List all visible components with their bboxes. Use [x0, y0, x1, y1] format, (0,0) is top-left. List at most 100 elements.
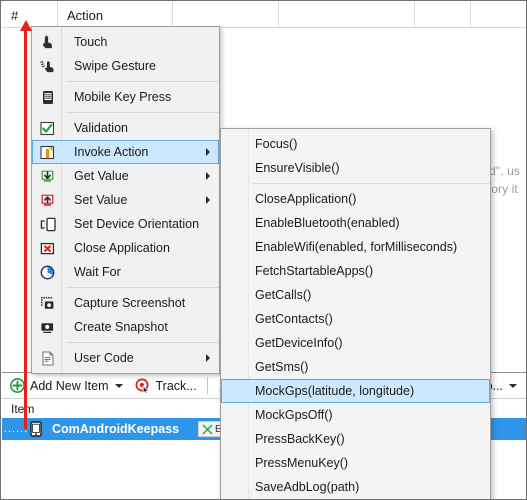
menu-item-close-application[interactable]: Close Application	[32, 236, 219, 260]
submenu-item-get-device-info-label: GetDeviceInfo()	[255, 336, 343, 350]
menu-item-touch-label: Touch	[74, 35, 108, 49]
submenu-item-press-menu-key-label: PressMenuKey()	[255, 456, 349, 470]
context-menu-inner: Touch Swipe Gesture Mobile Key Press Val…	[32, 27, 219, 373]
submenu-item-fetch-startable-apps-label: FetchStartableApps()	[255, 264, 374, 278]
swipe-gesture-icon	[33, 54, 62, 78]
menu-item-touch[interactable]: Touch	[32, 30, 219, 54]
right-panel-selected-strip	[493, 418, 526, 440]
phone-icon	[30, 421, 42, 437]
application-window: # Action rd", us itory it Add New Item T…	[0, 0, 527, 500]
menu-item-get-value-label: Get Value	[74, 169, 129, 183]
wait-for-icon	[33, 260, 62, 284]
chevron-down-icon-repository[interactable]	[509, 383, 517, 388]
menu-item-swipe-gesture-label: Swipe Gesture	[74, 59, 156, 73]
invoke-action-submenu: Focus() EnsureVisible() CloseApplication…	[220, 128, 491, 499]
grid-column-6[interactable]	[471, 2, 526, 28]
submenu-item-fetch-startable-apps[interactable]: FetchStartableApps()	[221, 259, 490, 283]
submenu-item-mock-gps-label: MockGps(latitude, longitude)	[255, 384, 415, 398]
grid-column-header: # Action	[2, 2, 526, 28]
menu-separator-2	[66, 112, 219, 113]
submenu-item-get-calls-label: GetCalls()	[255, 288, 312, 302]
submenu-item-enable-wifi-label: EnableWifi(enabled, forMilliseconds)	[255, 240, 458, 254]
merge-icon	[202, 424, 213, 435]
menu-item-capture-screenshot-label: Capture Screenshot	[74, 296, 186, 310]
submenu-item-press-back-key[interactable]: PressBackKey()	[221, 427, 490, 451]
menu-item-invoke-action[interactable]: Invoke Action	[32, 140, 219, 164]
menu-item-close-application-label: Close Application	[74, 241, 170, 255]
get-value-icon	[33, 164, 62, 188]
grid-column-index-label: #	[11, 7, 19, 23]
submenu-item-get-contacts-label: GetContacts()	[255, 312, 333, 326]
chevron-right-icon-get-value	[206, 172, 210, 180]
submenu-item-ensure-visible[interactable]: EnsureVisible()	[221, 156, 490, 180]
submenu-item-get-sms-label: GetSms()	[255, 360, 309, 374]
mobile-key-icon	[33, 85, 62, 109]
item-row-label: ComAndroidKeepass	[52, 422, 180, 436]
grid-column-action[interactable]: Action	[58, 2, 173, 28]
toolbar-separator	[206, 377, 208, 394]
menu-item-wait-for[interactable]: Wait For	[32, 260, 219, 284]
menu-separator-1	[66, 81, 219, 82]
submenu-item-get-contacts[interactable]: GetContacts()	[221, 307, 490, 331]
track-button[interactable]: Track...	[131, 374, 201, 398]
submenu-item-close-application-label: CloseApplication()	[255, 192, 357, 206]
touch-icon	[33, 30, 62, 54]
item-column-label: Item	[11, 401, 35, 416]
menu-item-validation-label: Validation	[74, 121, 128, 135]
grid-column-5[interactable]	[415, 2, 471, 28]
chevron-right-icon-invoke-action	[206, 148, 210, 156]
submenu-item-focus-label: Focus()	[255, 137, 298, 151]
submenu-item-close-application[interactable]: CloseApplication()	[221, 187, 490, 211]
menu-item-set-device-orientation[interactable]: Set Device Orientation	[32, 212, 219, 236]
menu-item-invoke-action-label: Invoke Action	[74, 145, 149, 159]
grid-column-3[interactable]	[173, 2, 279, 28]
close-application-icon	[33, 236, 62, 260]
submenu-item-enable-wifi[interactable]: EnableWifi(enabled, forMilliseconds)	[221, 235, 490, 259]
submenu-item-ensure-visible-label: EnsureVisible()	[255, 161, 340, 175]
grid-column-4[interactable]	[279, 2, 415, 28]
submenu-items: Focus() EnsureVisible() CloseApplication…	[221, 129, 490, 499]
menu-separator-4	[66, 342, 219, 343]
submenu-separator-1	[253, 183, 490, 184]
validation-check-icon	[33, 116, 62, 140]
capture-screenshot-icon	[33, 291, 62, 315]
annotation-arrow-head	[20, 20, 32, 31]
submenu-item-mock-gps-off-label: MockGpsOff()	[255, 408, 333, 422]
menu-item-create-snapshot[interactable]: Create Snapshot	[32, 315, 219, 339]
device-orientation-icon	[33, 212, 62, 236]
submenu-item-mock-gps-off[interactable]: MockGpsOff()	[221, 403, 490, 427]
track-label: Track...	[155, 378, 197, 393]
chevron-down-icon[interactable]	[114, 383, 123, 388]
menu-item-swipe-gesture[interactable]: Swipe Gesture	[32, 54, 219, 78]
submenu-item-mock-gps[interactable]: MockGps(latitude, longitude)	[221, 379, 490, 403]
action-context-menu: Touch Swipe Gesture Mobile Key Press Val…	[31, 26, 220, 374]
menu-item-capture-screenshot[interactable]: Capture Screenshot	[32, 291, 219, 315]
submenu-item-get-device-info[interactable]: GetDeviceInfo()	[221, 331, 490, 355]
submenu-item-enable-bluetooth[interactable]: EnableBluetooth(enabled)	[221, 211, 490, 235]
menu-item-mobile-key-press[interactable]: Mobile Key Press	[32, 85, 219, 109]
submenu-item-press-back-key-label: PressBackKey()	[255, 432, 345, 446]
chevron-right-icon-set-value	[206, 196, 210, 204]
menu-item-set-value-label: Set Value	[74, 193, 128, 207]
menu-item-mobile-key-press-label: Mobile Key Press	[74, 90, 172, 104]
chevron-right-icon-user-code	[206, 354, 210, 362]
set-value-icon	[33, 188, 62, 212]
submenu-item-get-calls[interactable]: GetCalls()	[221, 283, 490, 307]
grid-column-action-label: Action	[67, 7, 104, 23]
menu-item-validation[interactable]: Validation	[32, 116, 219, 140]
create-snapshot-icon	[33, 315, 62, 339]
submenu-item-enable-bluetooth-label: EnableBluetooth(enabled)	[255, 216, 400, 230]
menu-item-get-value[interactable]: Get Value	[32, 164, 219, 188]
submenu-item-press-menu-key[interactable]: PressMenuKey()	[221, 451, 490, 475]
menu-item-set-value[interactable]: Set Value	[32, 188, 219, 212]
track-target-icon	[135, 378, 151, 394]
submenu-item-save-adb-log[interactable]: SaveAdbLog(path)	[221, 475, 490, 499]
user-code-icon	[33, 346, 62, 370]
menu-item-user-code[interactable]: User Code	[32, 346, 219, 370]
submenu-item-get-sms[interactable]: GetSms()	[221, 355, 490, 379]
menu-item-create-snapshot-label: Create Snapshot	[74, 320, 168, 334]
add-circle-icon	[10, 378, 25, 393]
submenu-item-save-adb-log-label: SaveAdbLog(path)	[255, 480, 360, 494]
annotation-arrow-line	[24, 30, 27, 429]
submenu-item-focus[interactable]: Focus()	[221, 132, 490, 156]
